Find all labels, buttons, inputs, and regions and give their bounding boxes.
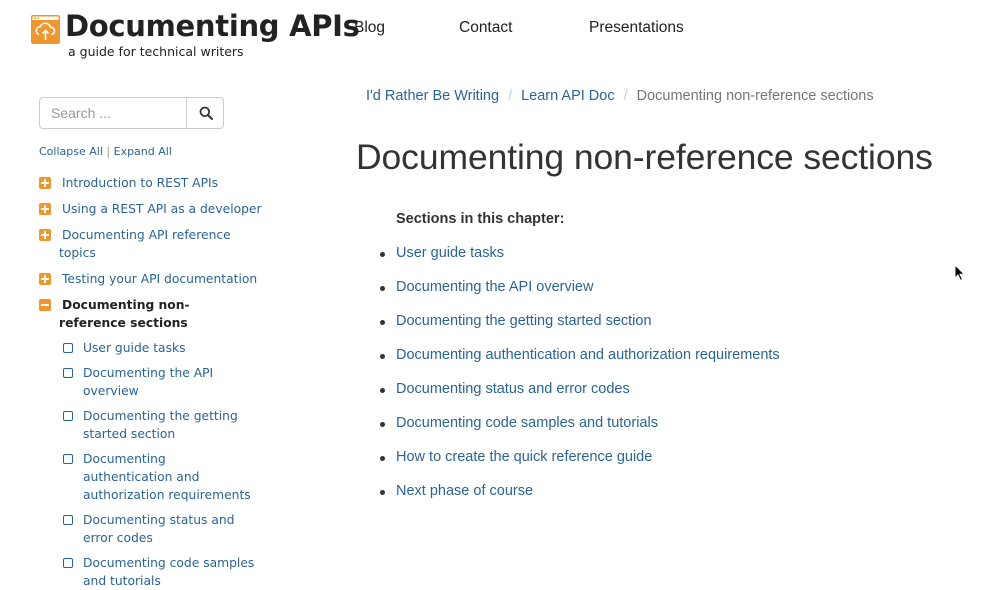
square-bullet-icon xyxy=(63,515,73,525)
sidebar-subitem-label[interactable]: User guide tasks xyxy=(63,339,258,357)
sidebar-item-api-reference[interactable]: Documenting API reference topics xyxy=(39,226,239,262)
sidebar-item-label[interactable]: Documenting API reference topics xyxy=(39,226,239,262)
sidebar-subitem-api-overview[interactable]: Documenting the API overview xyxy=(63,364,223,400)
bullet-icon xyxy=(380,320,385,325)
toc-link-code-samples[interactable]: Documenting code samples and tutorials xyxy=(396,415,658,431)
toc-link-api-overview[interactable]: Documenting the API overview xyxy=(396,279,593,295)
toc-item: How to create the quick reference guide xyxy=(380,449,652,465)
square-bullet-icon xyxy=(63,454,73,464)
toc-link-user-guide[interactable]: User guide tasks xyxy=(396,245,504,261)
sidebar-subitem-authentication[interactable]: Documenting authentication and authoriza… xyxy=(63,450,258,504)
sidebar-subitem-label[interactable]: Documenting authentication and authoriza… xyxy=(63,450,258,504)
collapse-expand-links: Collapse All | Expand All xyxy=(39,145,172,158)
nav-presentations[interactable]: Presentations xyxy=(589,19,684,37)
bullet-icon xyxy=(380,286,385,291)
mouse-cursor-icon xyxy=(954,264,966,282)
breadcrumb: I'd Rather Be Writing / Learn API Doc / Docu… xyxy=(366,88,874,104)
nav-contact[interactable]: Contact xyxy=(459,19,512,37)
expand-all-link[interactable]: Expand All xyxy=(114,145,172,158)
sidebar-subitem-label[interactable]: Documenting the getting started section xyxy=(63,407,248,443)
site-title[interactable]: Documenting APIs xyxy=(65,9,360,43)
sidebar-subitem-label[interactable]: Documenting the API overview xyxy=(63,364,223,400)
expand-plus-icon[interactable] xyxy=(39,203,51,215)
sidebar-subitem-status-codes[interactable]: Documenting status and error codes xyxy=(63,511,268,547)
toc-link-getting-started[interactable]: Documenting the getting started section xyxy=(396,313,652,329)
sidebar-subitem-getting-started[interactable]: Documenting the getting started section xyxy=(63,407,248,443)
square-bullet-icon xyxy=(63,558,73,568)
collapse-minus-icon[interactable] xyxy=(39,299,51,311)
collapse-separator: | xyxy=(106,145,111,158)
cloud-upload-icon[interactable] xyxy=(31,15,60,44)
toc-item: Documenting status and error codes xyxy=(380,381,630,397)
bullet-icon xyxy=(380,490,385,495)
square-bullet-icon xyxy=(63,411,73,421)
toc-item: Documenting the API overview xyxy=(380,279,593,295)
square-bullet-icon xyxy=(63,368,73,378)
breadcrumb-separator: / xyxy=(508,88,513,104)
toc-link-status-codes[interactable]: Documenting status and error codes xyxy=(396,381,630,397)
sidebar-item-label[interactable]: Testing your API documentation xyxy=(39,270,264,288)
toc-item: Documenting code samples and tutorials xyxy=(380,415,658,431)
page-title: Documenting non-reference sections xyxy=(356,137,933,177)
bullet-icon xyxy=(380,252,385,257)
sidebar-item-testing[interactable]: Testing your API documentation xyxy=(39,270,264,288)
sidebar-subitem-label[interactable]: Documenting status and error codes xyxy=(63,511,268,547)
site-subtitle: a guide for technical writers xyxy=(68,44,244,59)
sidebar-item-label[interactable]: Documenting non-reference sections xyxy=(39,296,254,332)
sidebar-item-non-reference[interactable]: Documenting non-reference sections xyxy=(39,296,254,332)
sidebar-subitem-user-guide[interactable]: User guide tasks xyxy=(63,339,258,357)
site-header: Documenting APIs a guide for technical w… xyxy=(0,0,1004,70)
sidebar-item-using-rest[interactable]: Using a REST API as a developer xyxy=(39,200,264,218)
breadcrumb-separator: / xyxy=(623,88,628,104)
breadcrumb-link-home[interactable]: I'd Rather Be Writing xyxy=(366,88,499,104)
expand-plus-icon[interactable] xyxy=(39,177,51,189)
search-icon xyxy=(199,106,213,120)
search-form xyxy=(39,97,224,129)
bullet-icon xyxy=(380,456,385,461)
toc-link-quick-reference[interactable]: How to create the quick reference guide xyxy=(396,449,652,465)
toc-item: Documenting authentication and authoriza… xyxy=(380,347,780,363)
sidebar-item-label[interactable]: Using a REST API as a developer xyxy=(39,200,264,218)
expand-plus-icon[interactable] xyxy=(39,273,51,285)
sections-heading: Sections in this chapter: xyxy=(396,211,565,227)
toc-item: Next phase of course xyxy=(380,483,533,499)
toc-item: User guide tasks xyxy=(380,245,504,261)
toc-link-authentication[interactable]: Documenting authentication and authoriza… xyxy=(396,347,780,363)
bullet-icon xyxy=(380,354,385,359)
search-input[interactable] xyxy=(40,98,186,128)
sidebar-item-label[interactable]: Introduction to REST APIs xyxy=(39,174,264,192)
expand-plus-icon[interactable] xyxy=(39,229,51,241)
breadcrumb-current: Documenting non-reference sections xyxy=(636,88,874,104)
breadcrumb-link-learn-api[interactable]: Learn API Doc xyxy=(521,88,615,104)
toc-item: Documenting the getting started section xyxy=(380,313,652,329)
collapse-all-link[interactable]: Collapse All xyxy=(39,145,103,158)
square-bullet-icon xyxy=(63,343,73,353)
sidebar-subitem-code-samples[interactable]: Documenting code samples and tutorials xyxy=(63,554,258,590)
bullet-icon xyxy=(380,388,385,393)
bullet-icon xyxy=(380,422,385,427)
search-button[interactable] xyxy=(186,98,225,128)
sidebar-item-intro-rest[interactable]: Introduction to REST APIs xyxy=(39,174,264,192)
nav-blog[interactable]: Blog xyxy=(354,19,385,37)
toc-link-next-phase[interactable]: Next phase of course xyxy=(396,483,533,499)
sidebar-subitem-label[interactable]: Documenting code samples and tutorials xyxy=(63,554,258,590)
